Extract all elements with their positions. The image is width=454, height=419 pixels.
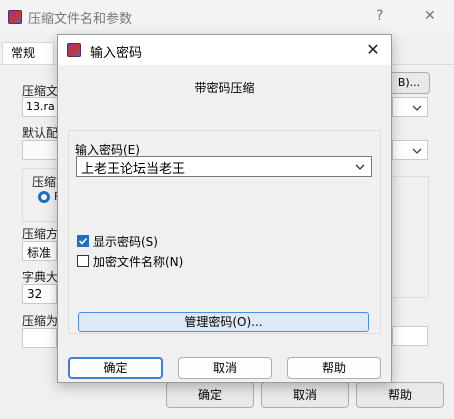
password-combo[interactable]: 上老王论坛当老王 [76, 156, 372, 177]
method-label: 压缩方 [22, 227, 59, 241]
manage-passwords-button[interactable]: 管理密码(O)... [78, 312, 369, 332]
dialog-heading: 带密码压缩 [194, 81, 255, 95]
dialog-title: 输入密码 [90, 46, 143, 61]
show-password-checkbox[interactable] [77, 235, 89, 247]
default-profile-label: 默认配 [22, 126, 59, 140]
options-select[interactable] [392, 140, 428, 160]
options-group [392, 176, 429, 298]
format-radio[interactable] [38, 191, 50, 203]
checkmark-icon [78, 237, 88, 245]
show-password-label[interactable]: 显示密码(S) [93, 233, 158, 250]
update-mode-select[interactable] [392, 97, 428, 117]
winrar-icon [67, 43, 81, 57]
archive-name-field[interactable]: 13.ra [22, 97, 62, 117]
ok-button[interactable]: 确定 [68, 357, 163, 379]
parent-close-icon[interactable]: ✕ [424, 8, 436, 24]
parent-ok-button[interactable]: 确定 [166, 382, 254, 408]
split-label: 压缩为 [22, 314, 59, 328]
dictionary-label: 字典大 [22, 270, 59, 284]
chevron-down-icon [412, 148, 422, 154]
parent-window-title: 压缩文件名和参数 [28, 12, 133, 27]
split-select[interactable] [22, 328, 57, 348]
encrypt-names-checkbox[interactable] [77, 255, 89, 267]
dictionary-select[interactable]: 32 [22, 284, 57, 304]
dialog-close-icon[interactable]: ✕ [362, 39, 384, 61]
help-icon[interactable]: ? [376, 8, 383, 24]
method-select[interactable]: 标准 [22, 241, 57, 261]
right-field[interactable] [392, 326, 428, 346]
password-value: 上老王论坛当老王 [81, 162, 186, 177]
cancel-button[interactable]: 取消 [178, 357, 272, 379]
parent-cancel-button[interactable]: 取消 [261, 382, 349, 408]
chevron-down-icon [412, 105, 422, 111]
dialog-titlebar: 输入密码 ✕ [58, 35, 391, 65]
help-button[interactable]: 帮助 [287, 357, 381, 379]
parent-titlebar: 压缩文件名和参数 ? ✕ [0, 0, 454, 34]
tab-general[interactable]: 常规 [2, 42, 54, 64]
winrar-icon [8, 10, 22, 24]
parent-help-button[interactable]: 帮助 [356, 382, 444, 408]
profiles-button[interactable] [22, 140, 62, 160]
chevron-down-icon[interactable] [354, 161, 366, 173]
browse-button[interactable]: B)... [388, 72, 430, 94]
password-dialog: 输入密码 ✕ 带密码压缩 输入密码(E) 上老王论坛当老王 显示密码(S) 加密… [57, 34, 392, 383]
encrypt-names-label[interactable]: 加密文件名称(N) [93, 253, 183, 270]
